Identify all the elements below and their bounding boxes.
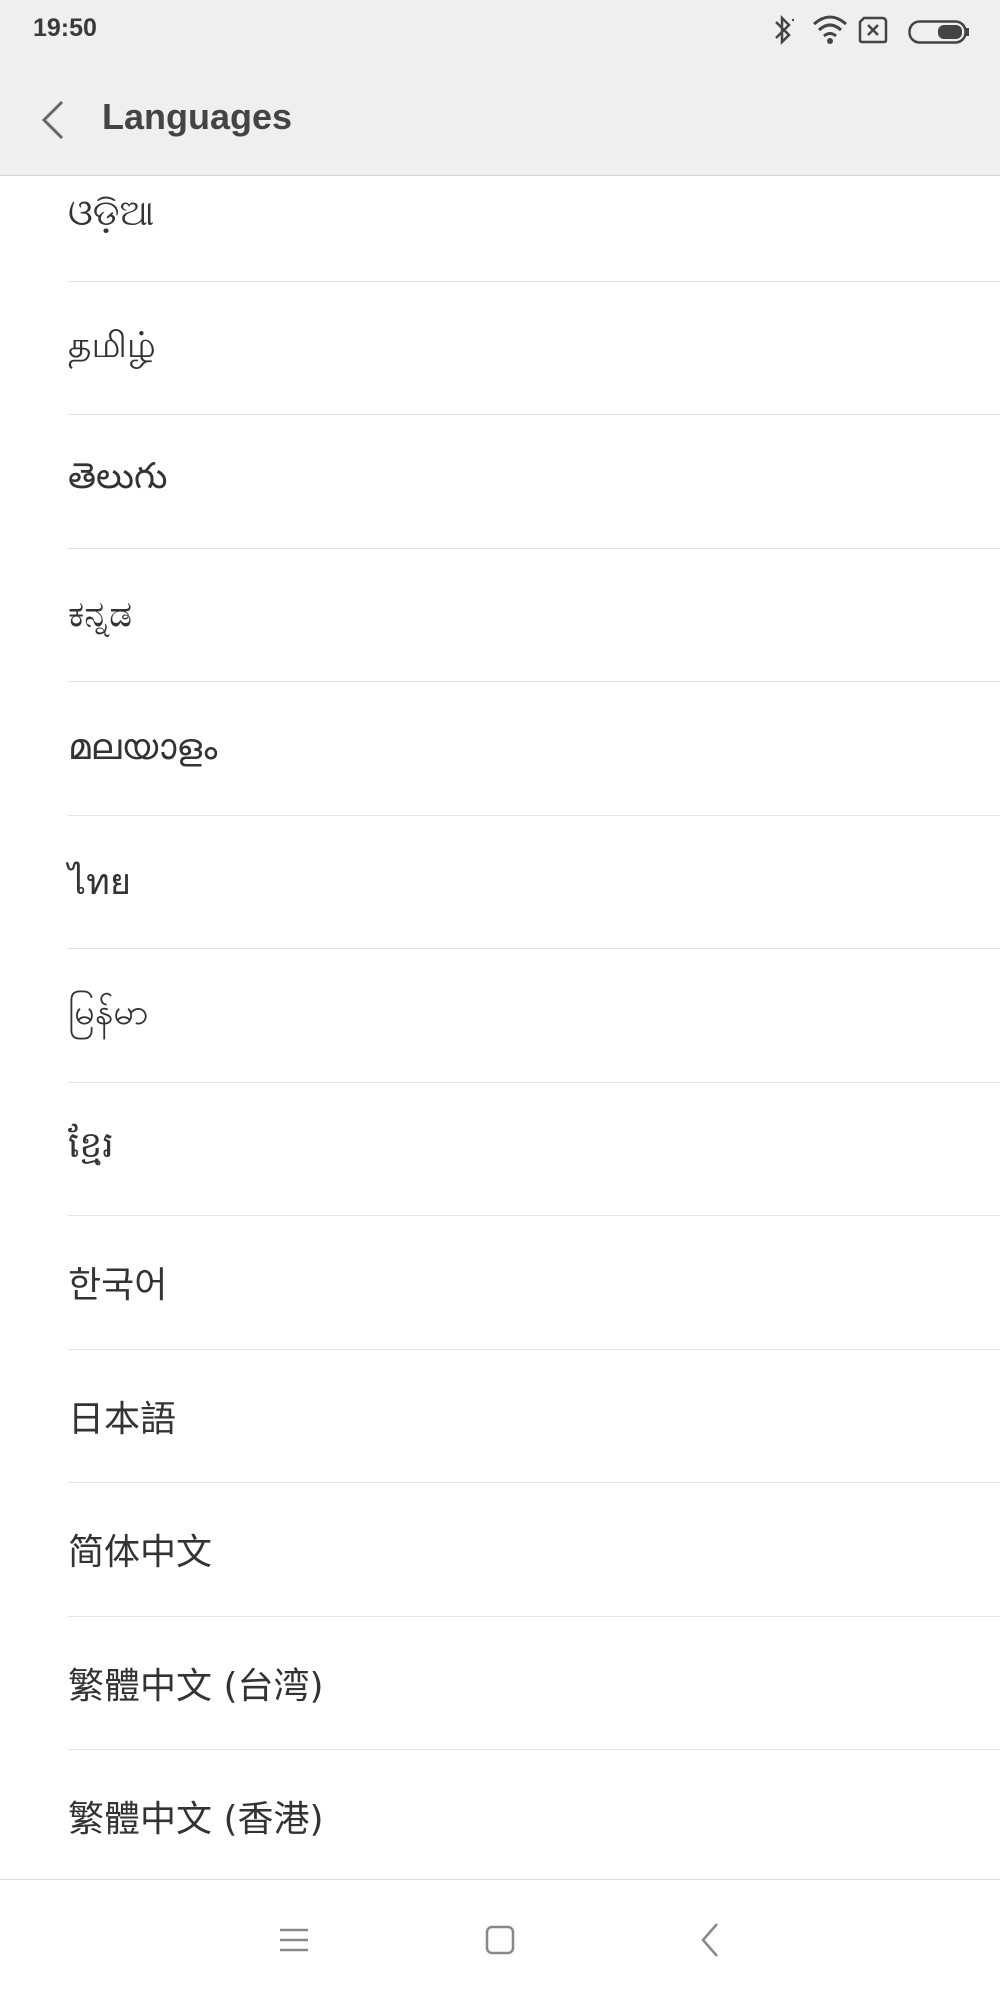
language-label: ខ្មែរ — [68, 1125, 114, 1167]
language-label: 简体中文 — [68, 1532, 213, 1574]
language-label: 繁體中文 (台湾) — [68, 1665, 324, 1707]
language-item-malayalam[interactable]: മലയാളം — [68, 682, 1000, 816]
navigation-bar — [0, 1879, 1000, 2000]
language-item-burmese[interactable]: မြန်မာ — [68, 949, 1000, 1083]
language-item-traditional-chinese-taiwan[interactable]: 繁體中文 (台湾) — [68, 1617, 1000, 1750]
language-label: 日本語 — [68, 1398, 177, 1440]
language-item-odia[interactable]: ଓଡ଼ିଆ — [68, 176, 1000, 282]
language-list[interactable]: ଓଡ଼ିଆ தமிழ் తెలుగు ಕನ್ನಡ മലയാളം ไทย မြန်… — [0, 176, 1000, 1879]
status-time: 19:50 — [33, 14, 97, 42]
back-nav-button[interactable] — [680, 1910, 740, 1970]
language-label: ไทย — [68, 862, 131, 904]
menu-icon — [280, 1928, 308, 1952]
language-label: తెలుగు — [68, 456, 168, 498]
no-sim-icon — [858, 16, 888, 44]
language-label: தமிழ் — [68, 324, 156, 366]
language-item-simplified-chinese[interactable]: 简体中文 — [68, 1483, 1000, 1617]
app-bar: Languages — [0, 62, 1000, 176]
language-item-tamil[interactable]: தமிழ் — [68, 282, 1000, 415]
language-label: ଓଡ଼ିଆ — [68, 193, 155, 235]
language-item-korean[interactable]: 한국어 — [68, 1216, 1000, 1350]
chevron-left-icon — [41, 100, 64, 140]
language-item-traditional-chinese-hongkong[interactable]: 繁體中文 (香港) — [68, 1750, 1000, 1879]
language-label: မြန်မာ — [68, 992, 149, 1034]
wifi-icon — [813, 15, 847, 44]
language-item-khmer[interactable]: ខ្មែរ — [68, 1083, 1000, 1216]
language-label: ಕನ್ನಡ — [68, 593, 133, 635]
page-title: Languages — [102, 96, 293, 137]
home-icon — [485, 1925, 515, 1955]
language-item-japanese[interactable]: 日本語 — [68, 1350, 1000, 1483]
language-label: 繁體中文 (香港) — [68, 1799, 324, 1841]
language-label: 한국어 — [68, 1265, 168, 1307]
language-item-kannada[interactable]: ಕನ್ನಡ — [68, 549, 1000, 682]
home-button[interactable] — [470, 1910, 530, 1970]
back-icon — [701, 1923, 718, 1957]
menu-button[interactable] — [264, 1910, 324, 1970]
status-bar: 19:50 — [0, 0, 1000, 62]
language-item-telugu[interactable]: తెలుగు — [68, 415, 1000, 549]
language-item-thai[interactable]: ไทย — [68, 816, 1000, 949]
battery-icon — [908, 20, 969, 44]
language-label: മലയാളം — [68, 727, 218, 769]
bluetooth-icon — [775, 14, 795, 46]
back-button[interactable] — [28, 92, 78, 148]
